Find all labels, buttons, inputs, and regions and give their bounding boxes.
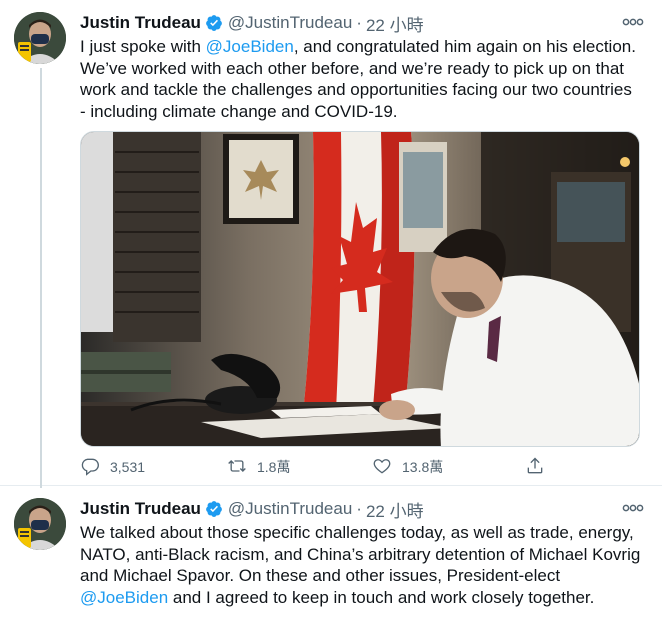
tweet-text: I just spoke with @JoeBiden, and congrat… bbox=[80, 36, 642, 122]
avatar[interactable] bbox=[14, 498, 66, 550]
share-icon bbox=[525, 456, 545, 479]
like-count: 13.8萬 bbox=[402, 459, 444, 475]
tweet-header: Justin Trudeau @JustinTrudeau · 22 小時 bbox=[80, 11, 424, 36]
author-name[interactable]: Justin Trudeau bbox=[80, 13, 201, 33]
timestamp[interactable]: 22 小時 bbox=[366, 497, 424, 522]
separator: · bbox=[356, 13, 362, 32]
more-options-icon[interactable] bbox=[622, 14, 644, 30]
mention-link[interactable]: @JoeBiden bbox=[206, 37, 294, 56]
text-segment: I just spoke with bbox=[80, 37, 206, 56]
tweet[interactable]: Justin Trudeau @JustinTrudeau · 22 小時 We… bbox=[0, 486, 662, 634]
like-icon bbox=[372, 456, 392, 479]
more-options-icon[interactable] bbox=[622, 500, 644, 516]
thread-line bbox=[40, 68, 42, 488]
author-handle[interactable]: @JustinTrudeau bbox=[228, 13, 352, 33]
mention-link[interactable]: @JoeBiden bbox=[80, 588, 168, 607]
separator: · bbox=[356, 499, 362, 518]
text-segment: We talked about those specific challenge… bbox=[80, 523, 641, 585]
author-handle[interactable]: @JustinTrudeau bbox=[228, 499, 352, 519]
timestamp[interactable]: 22 小時 bbox=[366, 11, 424, 36]
avatar[interactable] bbox=[14, 12, 66, 64]
retweet-count: 1.8萬 bbox=[257, 459, 291, 475]
like-button[interactable]: 13.8萬 bbox=[372, 456, 443, 479]
author-name[interactable]: Justin Trudeau bbox=[80, 499, 201, 519]
reply-count: 3,531 bbox=[110, 459, 146, 475]
reply-button[interactable]: 3,531 bbox=[80, 456, 145, 479]
tweet-actions: 3,531 1.8萬 13.8萬 bbox=[80, 455, 560, 479]
share-button[interactable] bbox=[525, 456, 545, 479]
verified-badge-icon bbox=[205, 500, 223, 518]
text-segment: and I agreed to keep in touch and work c… bbox=[168, 587, 595, 607]
verified-badge-icon bbox=[205, 14, 223, 32]
tweet-header: Justin Trudeau @JustinTrudeau · 22 小時 bbox=[80, 497, 424, 522]
reply-icon bbox=[80, 456, 100, 479]
tweet-text: We talked about those specific challenge… bbox=[80, 522, 642, 608]
tweet-photo[interactable] bbox=[80, 131, 640, 447]
retweet-icon bbox=[227, 456, 247, 479]
retweet-button[interactable]: 1.8萬 bbox=[227, 456, 290, 479]
tweet[interactable]: Justin Trudeau @JustinTrudeau · 22 小時 I … bbox=[0, 0, 662, 488]
